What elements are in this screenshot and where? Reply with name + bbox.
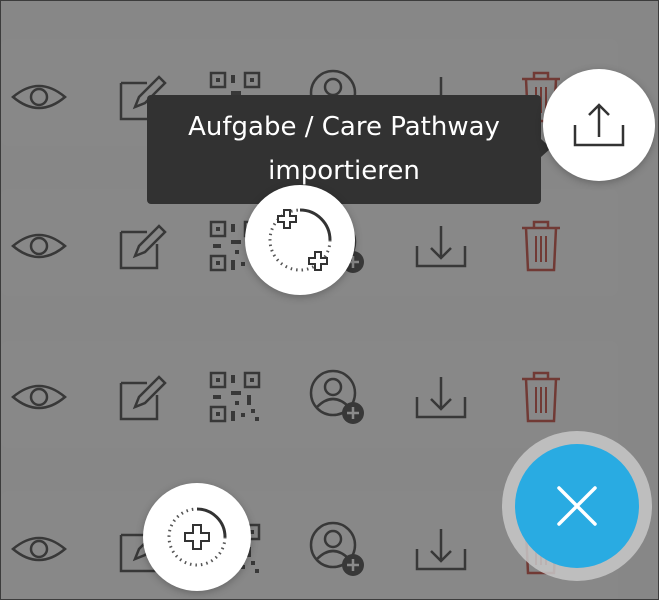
- tooltip-line-1: Aufgabe / Care Pathway: [188, 112, 500, 142]
- close-fab-button[interactable]: [515, 444, 639, 568]
- close-icon: [557, 486, 597, 526]
- import-tooltip: Aufgabe / Care Pathway importieren: [147, 95, 541, 204]
- loading-add-icon: [268, 208, 332, 272]
- tooltip-line-2: importieren: [268, 156, 420, 186]
- loading-add-small-icon: [167, 507, 227, 567]
- add-pathway-button[interactable]: [143, 483, 251, 591]
- add-task-button[interactable]: [245, 185, 355, 295]
- import-button[interactable]: [543, 69, 655, 181]
- upload-icon: [573, 103, 625, 147]
- list-view: Aufgabe / Care Pathway importieren: [0, 0, 659, 600]
